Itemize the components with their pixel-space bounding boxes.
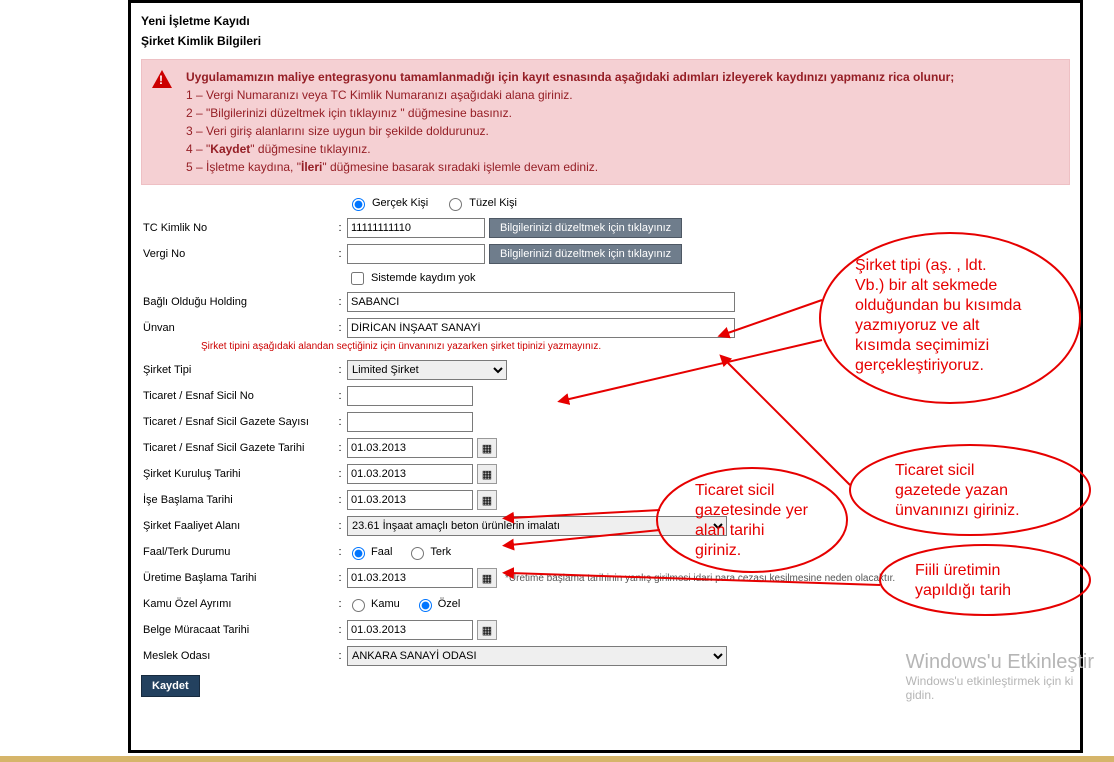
gazete-sayi-input[interactable] <box>347 412 473 432</box>
kisi-tipi-radio-group: Gerçek Kişi Tüzel Kişi <box>347 195 1070 211</box>
meslek-odasi-label: Meslek Odası <box>141 650 333 662</box>
kurulus-tarih-label: Şirket Kuruluş Tarihi <box>141 468 333 480</box>
belge-input[interactable] <box>347 620 473 640</box>
calendar-icon[interactable]: ▦ <box>477 464 497 484</box>
kurulus-tarih-input[interactable] <box>347 464 473 484</box>
vergi-no-input[interactable] <box>347 244 485 264</box>
tuzel-kisi-radio[interactable]: Tüzel Kişi <box>444 195 517 211</box>
tc-fix-button[interactable]: Bilgilerinizi düzeltmek için tıklayınız <box>489 218 682 238</box>
tc-kimlik-input[interactable] <box>347 218 485 238</box>
page-title-1: Yeni İşletme Kayıdı <box>141 11 1070 31</box>
alert-step-4: 4 – "Kaydet" düğmesine tıklayınız. <box>186 142 1059 156</box>
vergi-fix-button[interactable]: Bilgilerinizi düzeltmek için tıklayınız <box>489 244 682 264</box>
unvan-label: Ünvan <box>141 322 333 334</box>
vergi-no-label: Vergi No <box>141 248 333 260</box>
calendar-icon[interactable]: ▦ <box>477 490 497 510</box>
alert-step-5: 5 – İşletme kaydına, "İleri" düğmesine b… <box>186 160 1059 174</box>
alert-lead: Uygulamamızın maliye entegrasyonu tamaml… <box>186 70 954 84</box>
alert-step-3: 3 – Veri giriş alanlarını size uygun bir… <box>186 124 1059 138</box>
ticaret-no-label: Ticaret / Esnaf Sicil No <box>141 390 333 402</box>
ticaret-no-input[interactable] <box>347 386 473 406</box>
uretim-input[interactable] <box>347 568 473 588</box>
page-title-2: Şirket Kimlik Bilgileri <box>141 31 1070 51</box>
windows-watermark: Windows'u Etkinleştir Windows'u etkinleş… <box>906 651 1094 702</box>
unvan-hint: Şirket tipini aşağıdaki alandan seçtiğin… <box>201 341 1070 357</box>
calendar-icon[interactable]: ▦ <box>477 620 497 640</box>
unvan-input[interactable] <box>347 318 735 338</box>
belge-label: Belge Müracaat Tarihi <box>141 624 333 636</box>
ise-baslama-label: İşe Başlama Tarihi <box>141 494 333 506</box>
gazete-sayi-label: Ticaret / Esnaf Sicil Gazete Sayısı <box>141 416 333 428</box>
faal-terk-label: Faal/Terk Durumu <box>141 546 333 558</box>
alert-step-2: 2 – "Bilgilerinizi düzeltmek için tıklay… <box>186 106 1059 120</box>
gazete-tarih-label: Ticaret / Esnaf Sicil Gazete Tarihi <box>141 442 333 454</box>
bottom-accent-bar <box>0 756 1114 762</box>
form-frame: Yeni İşletme Kayıdı Şirket Kimlik Bilgil… <box>128 0 1083 753</box>
tc-kimlik-label: TC Kimlik No <box>141 222 333 234</box>
uretim-note: *Üretime başlama tarihinin yanlış girilm… <box>505 573 895 584</box>
sirket-tipi-select[interactable]: Limited Şirket <box>347 360 507 380</box>
alert-box: Uygulamamızın maliye entegrasyonu tamaml… <box>141 59 1070 185</box>
kamu-radio[interactable]: Kamu <box>347 596 400 612</box>
sistemde-kaydim-yok-checkbox[interactable]: Sistemde kaydım yok <box>347 269 476 288</box>
ise-baslama-input[interactable] <box>347 490 473 510</box>
gazete-tarih-input[interactable] <box>347 438 473 458</box>
alert-step-1: 1 – Vergi Numaranızı veya TC Kimlik Numa… <box>186 88 1059 102</box>
uretim-label: Üretime Başlama Tarihi <box>141 572 333 584</box>
calendar-icon[interactable]: ▦ <box>477 568 497 588</box>
save-button[interactable]: Kaydet <box>141 675 200 697</box>
faal-radio[interactable]: Faal <box>347 544 392 560</box>
holding-input[interactable] <box>347 292 735 312</box>
sirket-tipi-label: Şirket Tipi <box>141 364 333 376</box>
ozel-radio[interactable]: Özel <box>414 596 461 612</box>
kamu-ozel-label: Kamu Özel Ayrımı <box>141 598 333 610</box>
meslek-odasi-select[interactable]: ANKARA SANAYİ ODASI <box>347 646 727 666</box>
gercek-kisi-radio[interactable]: Gerçek Kişi <box>347 195 428 211</box>
faaliyet-select[interactable]: 23.61 İnşaat amaçlı beton ürünlerin imal… <box>347 516 727 536</box>
holding-label: Bağlı Olduğu Holding <box>141 296 333 308</box>
warning-icon <box>152 70 172 88</box>
terk-radio[interactable]: Terk <box>406 544 451 560</box>
faaliyet-label: Şirket Faaliyet Alanı <box>141 520 333 532</box>
calendar-icon[interactable]: ▦ <box>477 438 497 458</box>
